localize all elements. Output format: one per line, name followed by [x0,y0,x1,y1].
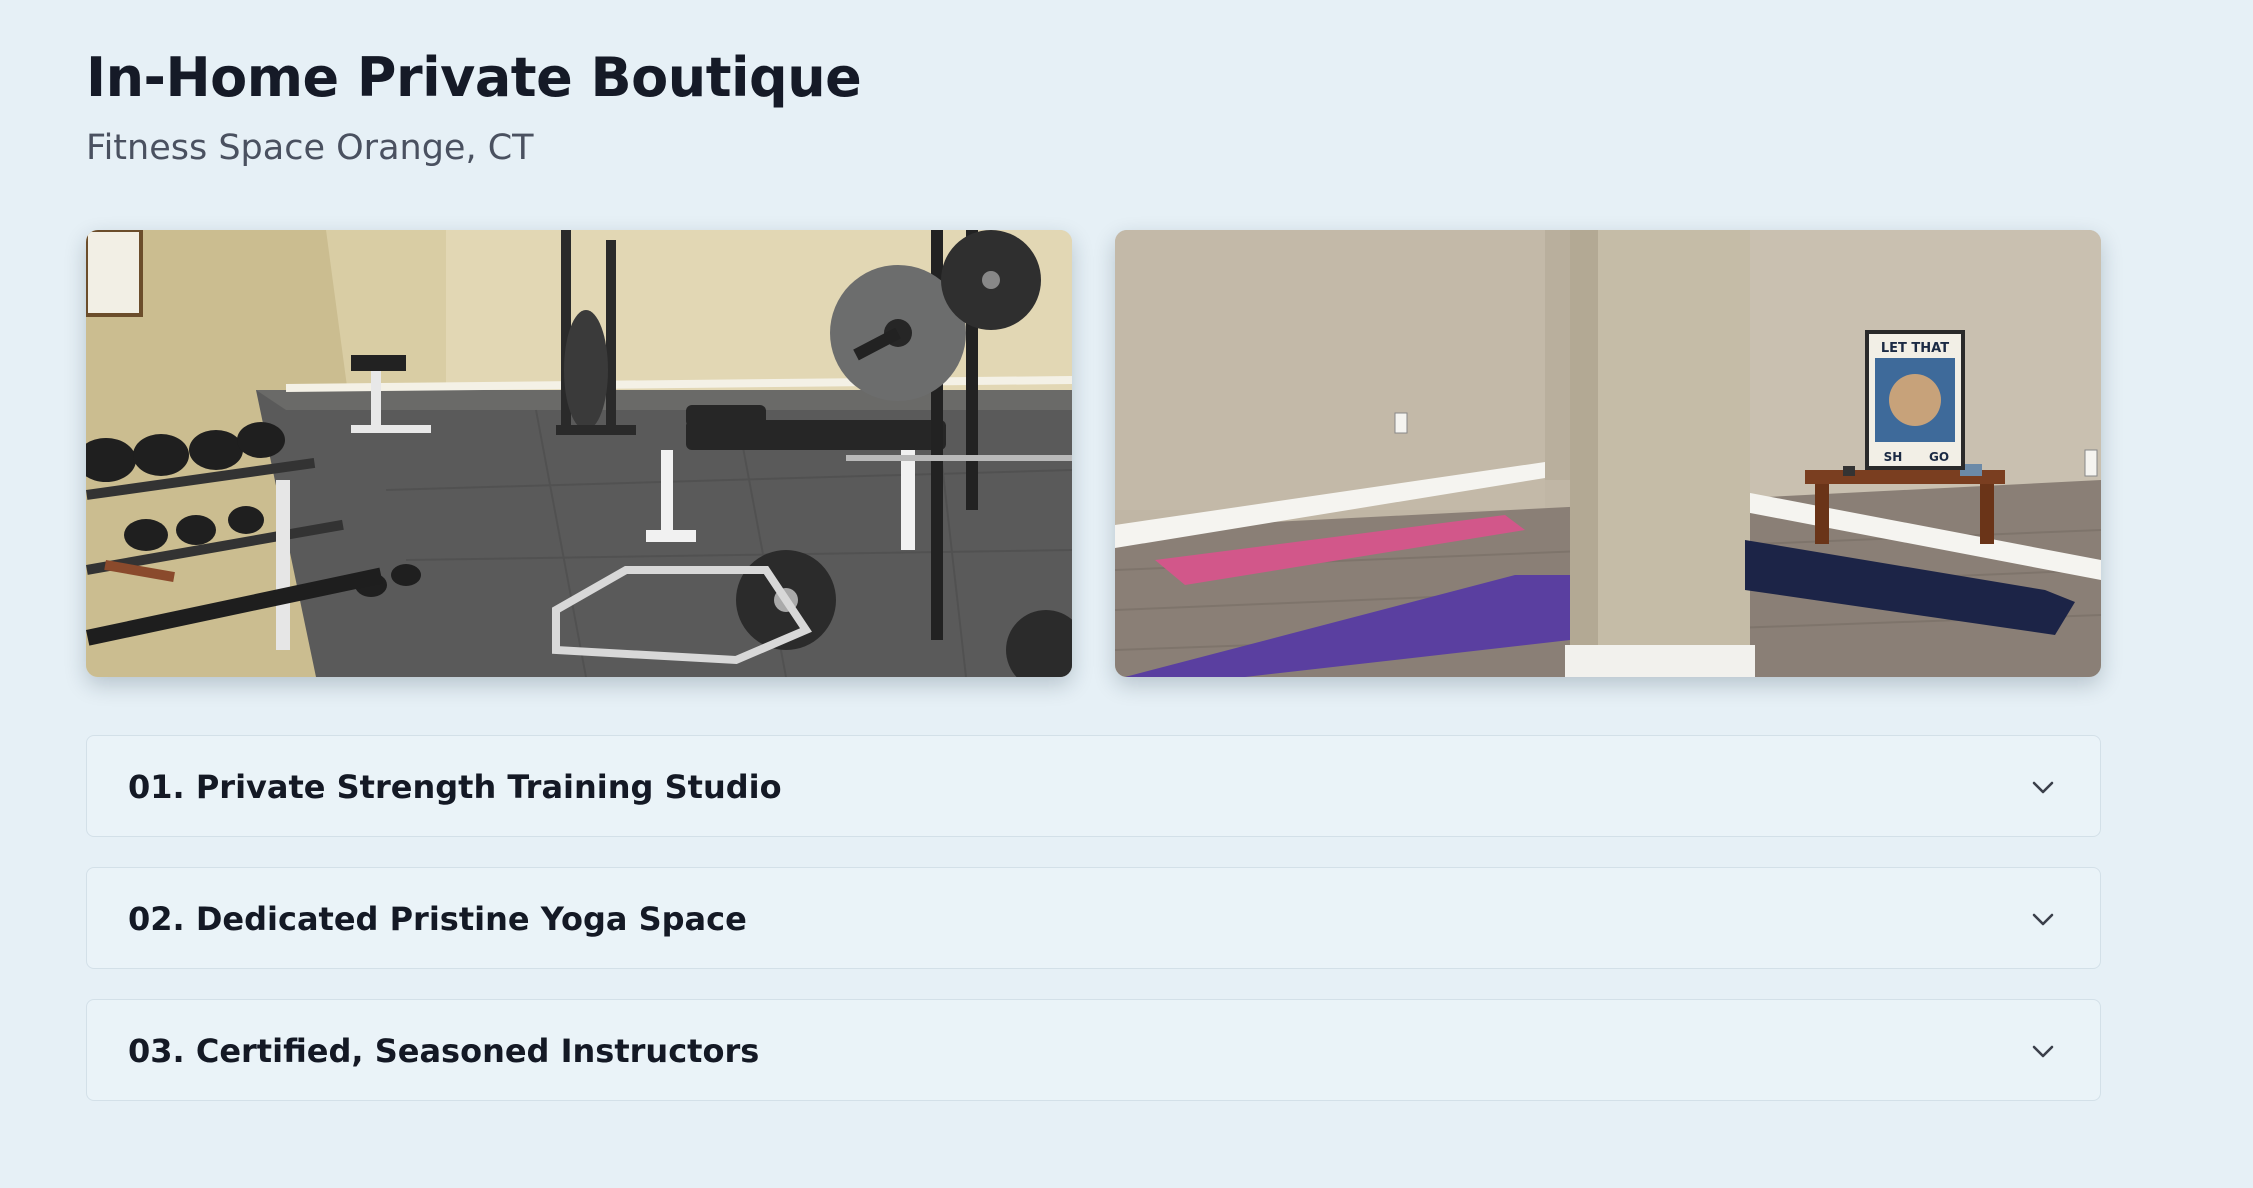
chevron-down-icon[interactable] [2028,904,2058,934]
yoga-room-illustration: LET THAT SH GO [1115,230,2101,677]
accordion-item-label: 02. Dedicated Pristine Yoga Space [128,900,747,938]
poster-text-right: GO [1929,450,1949,464]
accordion-item-label: 01. Private Strength Training Studio [128,768,782,806]
accordion-item-strength-training[interactable]: 01. Private Strength Training Studio [86,735,2101,837]
strength-gym-photo [86,230,1072,677]
accordion-item-instructors[interactable]: 03. Certified, Seasoned Instructors [86,999,2101,1101]
poster-text-left: SH [1884,450,1903,464]
page-subtitle: Fitness Space Orange, CT [86,128,534,168]
poster-text-top: LET THAT [1881,341,1949,356]
page: In-Home Private Boutique Fitness Space O… [0,0,2253,1188]
chevron-down-icon[interactable] [2028,1036,2058,1066]
yoga-room-photo: LET THAT SH GO [1115,230,2101,677]
accordion-item-label: 03. Certified, Seasoned Instructors [128,1032,760,1070]
page-title: In-Home Private Boutique [86,46,862,109]
strength-gym-illustration [86,230,1072,677]
chevron-down-icon[interactable] [2028,772,2058,802]
accordion-item-yoga-space[interactable]: 02. Dedicated Pristine Yoga Space [86,867,2101,969]
